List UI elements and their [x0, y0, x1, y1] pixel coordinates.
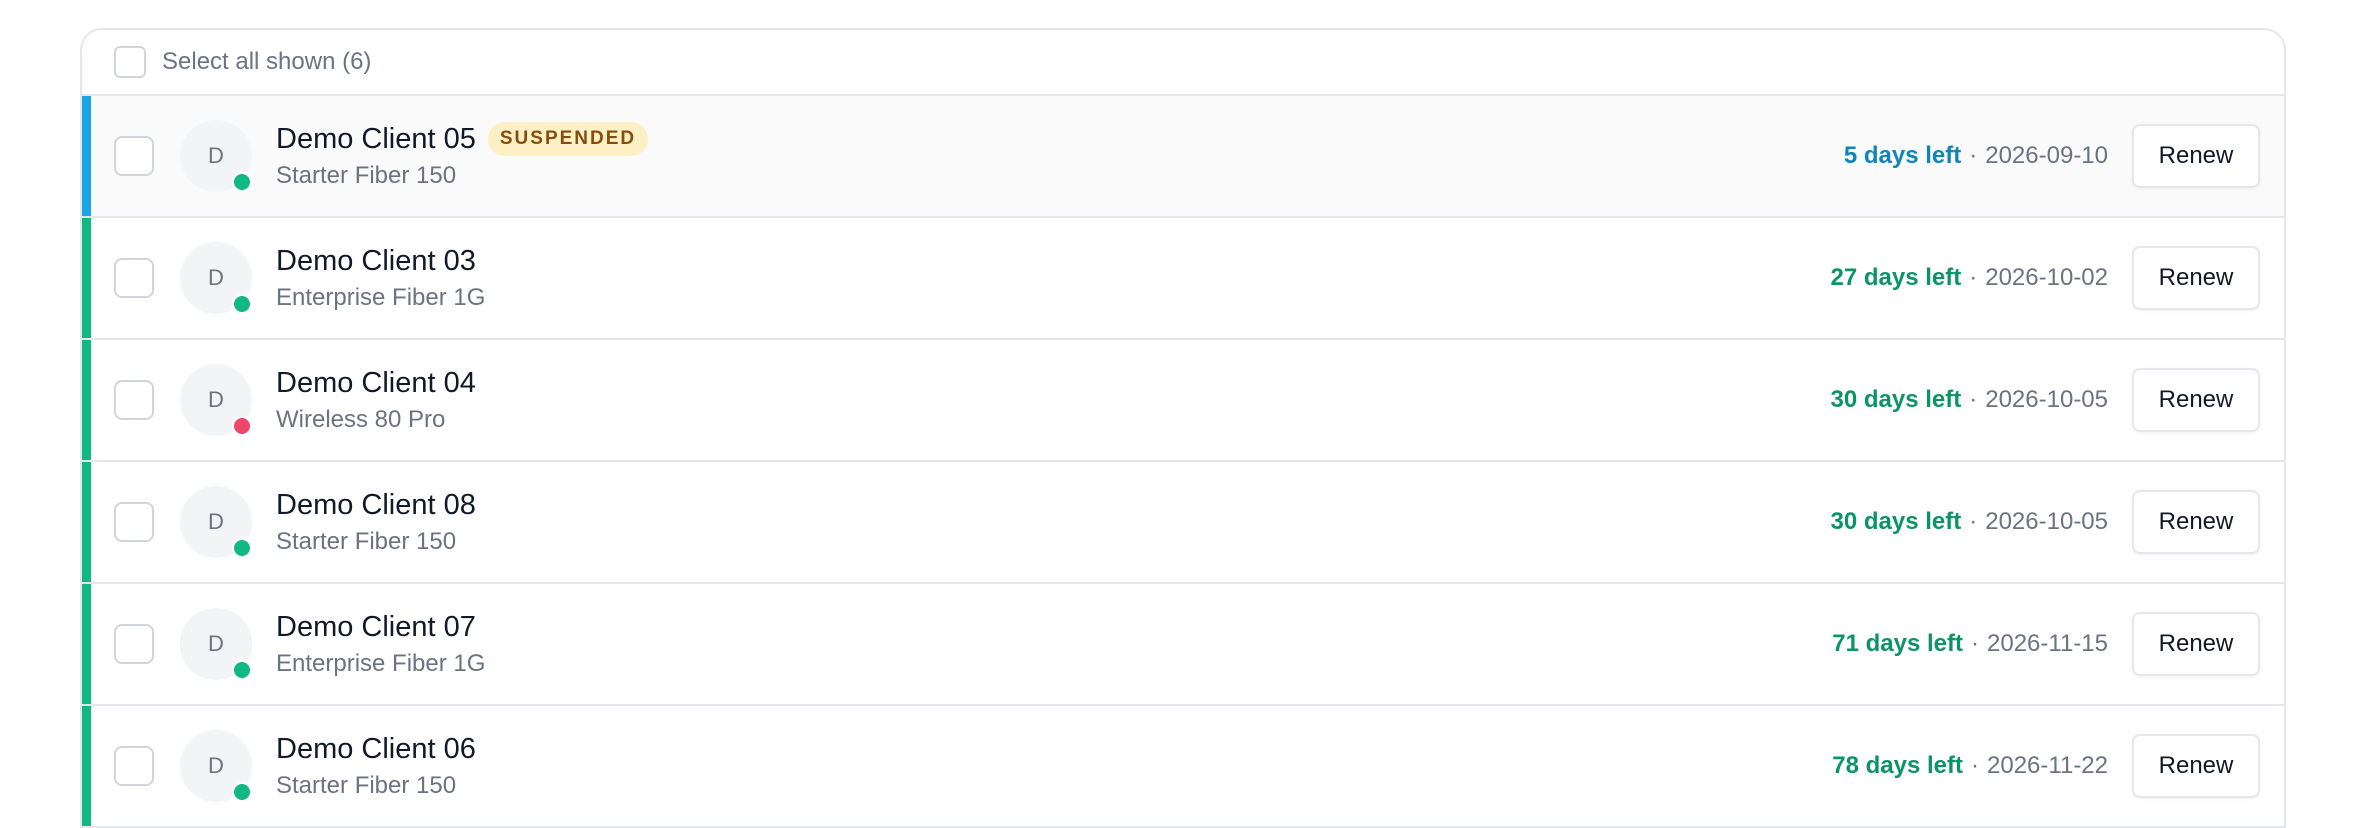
separator: ·	[1969, 386, 1978, 413]
client-row: D Demo Client 04 Wireless 80 Pro 30 days…	[82, 340, 2284, 462]
client-info: Demo Client 08 Starter Fiber 150	[276, 489, 476, 556]
avatar-initial: D	[208, 265, 224, 290]
renewal-date: 2026-09-10	[1985, 142, 2108, 169]
row-accent-bar	[82, 340, 91, 460]
client-name: Demo Client 05	[276, 122, 476, 155]
avatar-initial: D	[208, 753, 224, 778]
row-accent-bar	[82, 218, 91, 338]
status-dot	[232, 416, 252, 436]
days-left: 30 days left	[1830, 508, 1962, 535]
client-name: Demo Client 08	[276, 488, 476, 521]
days-left: 71 days left	[1832, 630, 1964, 657]
avatar-initial: D	[208, 387, 224, 412]
renewal-info: 78 days left · 2026-11-22 Renew	[1832, 734, 2284, 798]
client-info: Demo Client 06 Starter Fiber 150	[276, 733, 476, 800]
renewal-date: 2026-11-15	[1987, 630, 2108, 657]
separator: ·	[1969, 264, 1978, 291]
avatar-initial: D	[208, 631, 224, 656]
renew-button[interactable]: Renew	[2132, 612, 2260, 676]
days-left: 27 days left	[1830, 264, 1962, 291]
days-left: 30 days left	[1830, 386, 1962, 413]
renewal-info: 30 days left · 2026-10-05 Renew	[1831, 368, 2285, 432]
list-header: Select all shown (6)	[82, 30, 2284, 96]
client-name: Demo Client 06	[276, 732, 476, 765]
client-plan: Starter Fiber 150	[276, 771, 457, 799]
days-left: 78 days left	[1832, 752, 1964, 779]
row-accent-bar	[82, 706, 91, 826]
separator: ·	[1969, 508, 1978, 535]
row-accent-bar	[82, 584, 91, 704]
renewal-info: 71 days left · 2026-11-15 Renew	[1832, 612, 2284, 676]
renew-button[interactable]: Renew	[2132, 368, 2260, 432]
row-checkbox[interactable]	[114, 380, 154, 420]
row-accent-bar	[82, 96, 91, 216]
client-info: Demo Client 04 Wireless 80 Pro	[276, 367, 476, 434]
avatar: D	[180, 120, 252, 192]
client-renewal-list: Select all shown (6) D Demo Client 05 SU…	[80, 28, 2286, 828]
client-name: Demo Client 07	[276, 610, 476, 643]
renewal-info: 5 days left · 2026-09-10 Renew	[1844, 124, 2284, 188]
avatar: D	[180, 364, 252, 436]
renewal-date: 2026-10-05	[1985, 508, 2108, 535]
client-row: D Demo Client 03 Enterprise Fiber 1G 27 …	[82, 218, 2284, 340]
client-info: Demo Client 05 SUSPENDED Starter Fiber 1…	[276, 122, 649, 190]
renew-button[interactable]: Renew	[2132, 124, 2260, 188]
status-dot	[232, 172, 252, 192]
client-plan: Enterprise Fiber 1G	[276, 649, 486, 677]
separator: ·	[1971, 752, 1980, 779]
renew-button[interactable]: Renew	[2132, 734, 2260, 798]
renew-button[interactable]: Renew	[2132, 490, 2260, 554]
client-info: Demo Client 07 Enterprise Fiber 1G	[276, 611, 485, 678]
days-left: 5 days left	[1843, 142, 1962, 169]
status-dot	[232, 782, 252, 802]
status-dot	[232, 538, 252, 558]
client-plan: Wireless 80 Pro	[276, 405, 446, 433]
client-info: Demo Client 03 Enterprise Fiber 1G	[276, 245, 485, 312]
status-dot	[232, 294, 252, 314]
renewal-date: 2026-10-05	[1985, 386, 2108, 413]
renewal-date: 2026-11-22	[1987, 752, 2108, 779]
client-plan: Starter Fiber 150	[276, 527, 457, 555]
select-all-checkbox[interactable]	[114, 46, 146, 78]
client-row: D Demo Client 06 Starter Fiber 150 78 da…	[82, 706, 2284, 828]
separator: ·	[1971, 630, 1980, 657]
status-dot	[232, 660, 252, 680]
renewal-info: 27 days left · 2026-10-02 Renew	[1831, 246, 2285, 310]
client-plan: Starter Fiber 150	[276, 162, 457, 189]
avatar: D	[180, 242, 252, 314]
row-accent-bar	[82, 462, 91, 582]
row-checkbox[interactable]	[114, 258, 154, 298]
client-row: D Demo Client 05 SUSPENDED Starter Fiber…	[82, 96, 2284, 218]
client-name: Demo Client 04	[276, 366, 476, 399]
client-row: D Demo Client 08 Starter Fiber 150 30 da…	[82, 462, 2284, 584]
avatar: D	[180, 608, 252, 680]
client-plan: Enterprise Fiber 1G	[276, 283, 486, 311]
avatar-initial: D	[208, 143, 224, 168]
client-row: D Demo Client 07 Enterprise Fiber 1G 71 …	[82, 584, 2284, 706]
select-all-label: Select all shown (6)	[162, 48, 372, 75]
renewal-info: 30 days left · 2026-10-05 Renew	[1831, 490, 2285, 554]
avatar: D	[180, 486, 252, 558]
renewal-date: 2026-10-02	[1985, 264, 2108, 291]
status-badge: SUSPENDED	[487, 122, 649, 156]
avatar-initial: D	[208, 509, 224, 534]
row-checkbox[interactable]	[114, 746, 154, 786]
client-name: Demo Client 03	[276, 244, 476, 277]
row-checkbox[interactable]	[114, 502, 154, 542]
renew-button[interactable]: Renew	[2132, 246, 2260, 310]
avatar: D	[180, 730, 252, 802]
row-checkbox[interactable]	[114, 136, 154, 176]
separator: ·	[1969, 142, 1978, 169]
row-checkbox[interactable]	[114, 624, 154, 664]
